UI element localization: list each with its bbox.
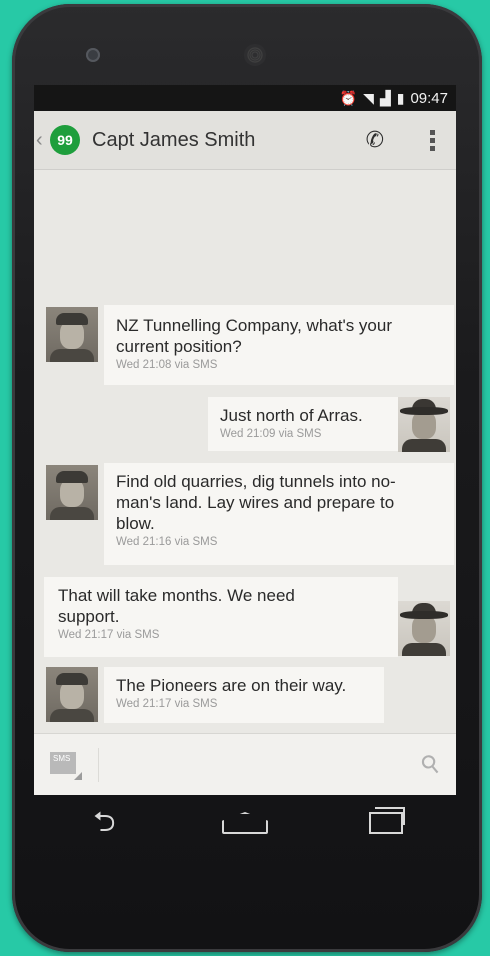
message-text-line: current position?: [116, 337, 242, 356]
message-meta: Wed 21:17 via SMS: [116, 698, 218, 710]
message-bubble[interactable]: Find old quarries, dig tunnels into no- …: [104, 463, 454, 565]
message-meta: Wed 21:08 via SMS: [116, 359, 218, 371]
status-bar: ⏰ ◥ ▟ ▮ 09:47: [34, 85, 456, 111]
message-text-line: support.: [58, 607, 120, 626]
proximity-sensor: [86, 48, 100, 62]
app-bar: ‹ 99 Capt James Smith ✆: [34, 111, 456, 170]
message-text-line: blow.: [116, 514, 155, 533]
message-meta: Wed 21:16 via SMS: [116, 536, 218, 548]
message-text-line: man's land. Lay wires and prepare to: [116, 493, 395, 512]
avatar-soldier[interactable]: [398, 397, 450, 452]
composer-divider: [98, 748, 99, 782]
avatar-captain[interactable]: [46, 667, 98, 722]
hangouts-icon[interactable]: 99: [50, 125, 80, 155]
message-bubble[interactable]: That will take months. We need support. …: [44, 577, 398, 657]
composer-bar: SMS ⚲: [34, 733, 456, 795]
back-icon[interactable]: ⮌: [74, 801, 134, 849]
avatar-captain[interactable]: [46, 465, 98, 520]
message-bubble[interactable]: The Pioneers are on their way. Wed 21:17…: [104, 667, 384, 723]
message-meta: Wed 21:09 via SMS: [220, 428, 322, 440]
earpiece-speaker: [244, 44, 266, 66]
screen: ⏰ ◥ ▟ ▮ 09:47 ‹ 99 Capt James Smith ✆ NZ…: [34, 85, 456, 795]
wifi-icon: ◥: [363, 89, 374, 106]
overflow-menu-icon[interactable]: [430, 129, 436, 151]
message-meta: Wed 21:17 via SMS: [58, 629, 160, 641]
battery-icon: ▮: [396, 89, 405, 106]
message-text-line: That will take months. We need: [58, 586, 295, 605]
avatar-captain[interactable]: [46, 307, 98, 362]
message-text-line: Just north of Arras.: [220, 406, 363, 425]
paperclip-icon[interactable]: ⚲: [415, 748, 447, 782]
sms-mode-icon[interactable]: SMS: [50, 752, 82, 780]
message-text-line: The Pioneers are on their way.: [116, 676, 347, 695]
alarm-icon: ⏰: [339, 89, 358, 106]
message-bubble[interactable]: NZ Tunnelling Company, what's your curre…: [104, 305, 454, 385]
avatar-soldier[interactable]: [398, 601, 450, 656]
phone-call-icon[interactable]: ✆: [366, 127, 384, 153]
recents-icon[interactable]: [356, 807, 416, 841]
contact-title: Capt James Smith: [92, 128, 256, 151]
phone-frame: ⏰ ◥ ▟ ▮ 09:47 ‹ 99 Capt James Smith ✆ NZ…: [12, 4, 482, 952]
message-text-line: NZ Tunnelling Company, what's your: [116, 316, 393, 335]
status-time: 09:47: [410, 89, 448, 107]
up-back-icon[interactable]: ‹: [36, 129, 48, 152]
home-icon[interactable]: [215, 809, 275, 841]
message-input[interactable]: [106, 748, 410, 784]
navigation-bar: ⮌: [34, 795, 456, 855]
signal-icon: ▟: [379, 89, 391, 106]
message-bubble[interactable]: Just north of Arras. Wed 21:09 via SMS: [208, 397, 398, 451]
conversation[interactable]: NZ Tunnelling Company, what's your curre…: [34, 169, 456, 725]
message-text-line: Find old quarries, dig tunnels into no-: [116, 472, 396, 491]
